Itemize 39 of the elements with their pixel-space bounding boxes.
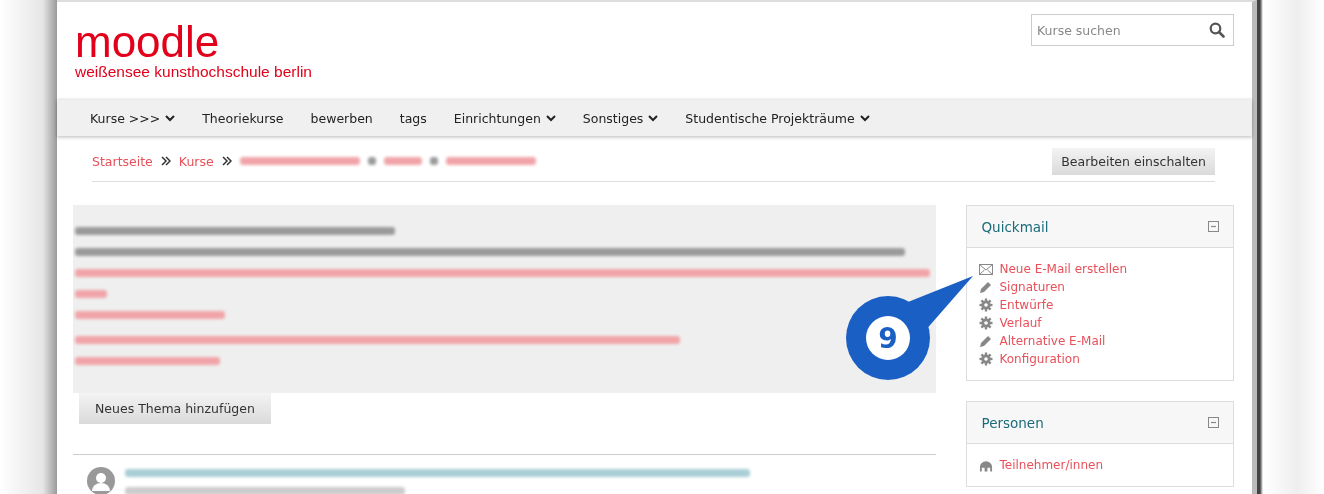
nav-menu-item[interactable]: Kurse >>> (90, 110, 176, 126)
pencil-icon (979, 280, 994, 294)
collapse-icon[interactable] (1208, 221, 1219, 232)
block-link[interactable]: Teilnehmer/innen (999, 458, 1103, 472)
search-icon[interactable] (1209, 22, 1225, 38)
collapse-icon[interactable] (1208, 417, 1219, 428)
gear-icon (979, 298, 994, 312)
breadcrumb-separator-icon (221, 156, 232, 166)
new-topic-button[interactable]: Neues Thema hinzufügen (79, 393, 271, 424)
redacted-text (367, 157, 376, 165)
gear-icon (979, 316, 994, 330)
nav-menu-item[interactable]: bewerben (310, 110, 373, 126)
breadcrumb-link[interactable]: Startseite (92, 153, 153, 169)
block-link[interactable]: Signaturen (999, 280, 1065, 294)
nav-menu-item[interactable]: Studentische Projekträume (685, 110, 870, 126)
edit-mode-button[interactable]: Bearbeiten einschalten (1052, 147, 1215, 175)
block-link[interactable]: Neue E-Mail erstellen (999, 262, 1128, 276)
people-icon (979, 458, 994, 472)
redacted-text (383, 157, 422, 165)
nav-menu-item[interactable]: Einrichtungen (453, 110, 556, 126)
redacted-text (429, 157, 438, 165)
breadcrumb-link[interactable]: Kurse (178, 153, 214, 169)
breadcrumb-separator-icon (160, 156, 171, 166)
block-title: Quickmail (981, 218, 1049, 235)
redacted-text (75, 290, 107, 298)
envelope-icon (979, 263, 994, 275)
block-link[interactable]: Verlauf (999, 316, 1042, 330)
gear-icon (979, 352, 994, 366)
block-title: Personen (981, 414, 1044, 431)
nav-menu-item[interactable]: Sonstiges (582, 110, 659, 126)
search-field[interactable]: Kurse suchen (1031, 14, 1234, 46)
block-link[interactable]: Alternative E-Mail (999, 334, 1106, 348)
block-link[interactable]: Konfiguration (999, 352, 1080, 366)
block-link[interactable]: Entwürfe (999, 298, 1054, 312)
logo-title: moodle (75, 22, 221, 62)
nav-menu-item[interactable]: Theoriekurse (202, 110, 284, 126)
pencil-icon (979, 334, 994, 348)
logo-subtitle: weißensee kunsthochschule berlin (75, 63, 312, 81)
nav-menu-item[interactable]: tags (399, 110, 427, 126)
